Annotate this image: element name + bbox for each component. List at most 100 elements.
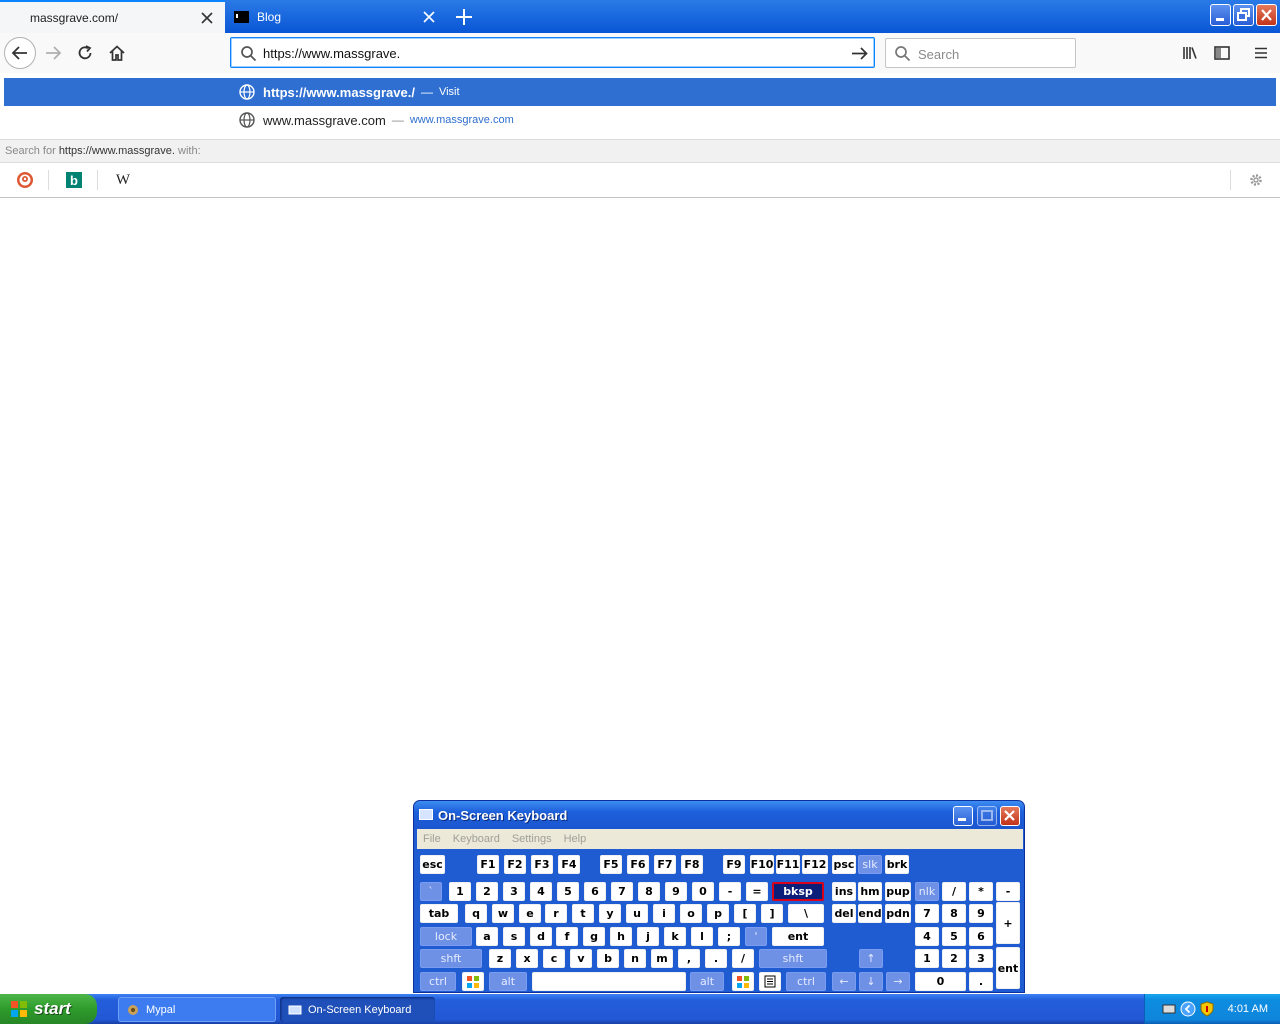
osk-close-button[interactable] — [1000, 806, 1020, 826]
tray-chevron-icon[interactable] — [1180, 1001, 1196, 1017]
osk-title-bar[interactable]: On-Screen Keyboard — [414, 801, 1024, 829]
osk-key-del[interactable]: del — [832, 904, 856, 923]
osk-key-0[interactable]: 0 — [692, 882, 714, 901]
osk-key-pdn[interactable]: pdn — [885, 904, 911, 923]
osk-key-shft[interactable]: shft — [420, 949, 482, 968]
osk-key-e[interactable]: e — [519, 904, 541, 923]
tray-keyboard-icon[interactable] — [1162, 1003, 1176, 1015]
osk-key-f2[interactable]: F2 — [504, 855, 526, 874]
osk-key-o[interactable]: o — [680, 904, 702, 923]
tab-blog[interactable]: Blog — [225, 0, 447, 33]
osk-key-7[interactable]: 7 — [915, 904, 939, 923]
osk-menu-file[interactable]: File — [423, 833, 441, 845]
taskbar-item-mypal[interactable]: Mypal — [118, 997, 276, 1022]
osk-key-u[interactable]: u — [626, 904, 648, 923]
osk-key-ctrl[interactable]: ctrl — [420, 972, 456, 991]
osk-key-h[interactable]: h — [610, 927, 632, 946]
reload-button[interactable] — [70, 38, 100, 68]
osk-key-backtick[interactable]: ` — [420, 882, 442, 901]
osk-key-v[interactable]: v — [570, 949, 592, 968]
osk-key-shft[interactable]: shft — [759, 949, 827, 968]
osk-key-n[interactable]: n — [624, 949, 646, 968]
osk-key-esc[interactable]: esc — [420, 855, 445, 874]
osk-key-m[interactable]: m — [651, 949, 673, 968]
osk-key-ent[interactable]: ent — [772, 927, 824, 946]
osk-minimize-button[interactable] — [953, 806, 973, 826]
osk-key-hm[interactable]: hm — [858, 882, 882, 901]
osk-key-2[interactable]: 2 — [476, 882, 498, 901]
osk-key-5[interactable]: 5 — [557, 882, 579, 901]
osk-key-equals[interactable]: = — [746, 882, 768, 901]
osk-key-w[interactable]: w — [492, 904, 514, 923]
osk-key-9[interactable]: 9 — [665, 882, 687, 901]
osk-menu-settings[interactable]: Settings — [512, 833, 552, 845]
close-tab-icon[interactable] — [199, 10, 215, 26]
search-settings-button[interactable] — [1245, 169, 1267, 191]
osk-key-d[interactable]: d — [530, 927, 552, 946]
osk-key-alt[interactable]: alt — [690, 972, 724, 991]
osk-key-end[interactable]: end — [858, 904, 882, 923]
osk-key-5[interactable]: 5 — [942, 927, 966, 946]
osk-key-right[interactable]: → — [886, 972, 910, 991]
osk-key-p[interactable]: p — [707, 904, 729, 923]
sidebar-button[interactable] — [1207, 38, 1237, 68]
security-shield-icon[interactable] — [1200, 1001, 1214, 1017]
osk-menu-help[interactable]: Help — [564, 833, 587, 845]
osk-key-8[interactable]: 8 — [638, 882, 660, 901]
osk-key-period[interactable]: . — [969, 972, 993, 991]
osk-key-9[interactable]: 9 — [969, 904, 993, 923]
search-bar[interactable]: Search — [885, 38, 1076, 68]
osk-key-3[interactable]: 3 — [503, 882, 525, 901]
start-button[interactable]: start — [0, 994, 97, 1024]
url-bar[interactable] — [230, 37, 875, 68]
restore-window-button[interactable] — [1233, 4, 1254, 26]
osk-key-period[interactable]: . — [705, 949, 727, 968]
osk-key-ent[interactable]: ent — [996, 947, 1020, 989]
osk-key-z[interactable]: z — [489, 949, 511, 968]
osk-key-left[interactable]: ← — [832, 972, 856, 991]
osk-key-windows[interactable] — [462, 972, 484, 991]
osk-key-j[interactable]: j — [637, 927, 659, 946]
osk-key-plus[interactable]: + — [996, 902, 1020, 944]
osk-key-f6[interactable]: F6 — [627, 855, 649, 874]
osk-key-a[interactable]: a — [476, 927, 498, 946]
osk-key-f11[interactable]: F11 — [776, 855, 800, 874]
osk-key-down[interactable]: ↓ — [859, 972, 883, 991]
osk-key-1[interactable]: 1 — [915, 949, 939, 968]
osk-key-nlk[interactable]: nlk — [915, 882, 939, 901]
forward-button[interactable] — [38, 38, 68, 68]
osk-key-f12[interactable]: F12 — [802, 855, 828, 874]
osk-key-x[interactable]: x — [516, 949, 538, 968]
osk-key-3[interactable]: 3 — [969, 949, 993, 968]
osk-key-backslash[interactable]: \ — [788, 904, 824, 923]
osk-key-minus[interactable]: - — [719, 882, 741, 901]
osk-key-1[interactable]: 1 — [449, 882, 471, 901]
taskbar-item-osk[interactable]: On-Screen Keyboard — [280, 997, 435, 1022]
osk-key-comma[interactable]: , — [678, 949, 700, 968]
menu-button[interactable] — [1246, 38, 1276, 68]
back-button[interactable] — [4, 37, 36, 69]
osk-key-q[interactable]: q — [465, 904, 487, 923]
osk-key-semicolon[interactable]: ; — [718, 927, 740, 946]
osk-key-asterisk[interactable]: * — [969, 882, 993, 901]
osk-key-y[interactable]: y — [599, 904, 621, 923]
autocomplete-row-site[interactable]: www.massgrave.com — www.massgrave.com — [4, 106, 1276, 134]
osk-key-g[interactable]: g — [583, 927, 605, 946]
osk-key-7[interactable]: 7 — [611, 882, 633, 901]
new-tab-plus-icon[interactable] — [452, 5, 476, 29]
osk-key-f3[interactable]: F3 — [531, 855, 553, 874]
tab-massgrave[interactable]: massgrave.com/ — [0, 0, 225, 33]
osk-key-f7[interactable]: F7 — [654, 855, 676, 874]
go-arrow-icon[interactable] — [850, 44, 869, 63]
osk-key-8[interactable]: 8 — [942, 904, 966, 923]
osk-key-f8[interactable]: F8 — [681, 855, 703, 874]
osk-key-psc[interactable]: psc — [832, 855, 856, 874]
wikipedia-engine-button[interactable]: W — [112, 169, 134, 191]
osk-key-lock[interactable]: lock — [420, 927, 472, 946]
osk-key-windows[interactable] — [732, 972, 754, 991]
osk-key-f4[interactable]: F4 — [558, 855, 580, 874]
osk-key-f1[interactable]: F1 — [477, 855, 499, 874]
osk-key-ctrl[interactable]: ctrl — [786, 972, 826, 991]
osk-key-s[interactable]: s — [503, 927, 525, 946]
osk-key-tab[interactable]: tab — [420, 904, 458, 923]
